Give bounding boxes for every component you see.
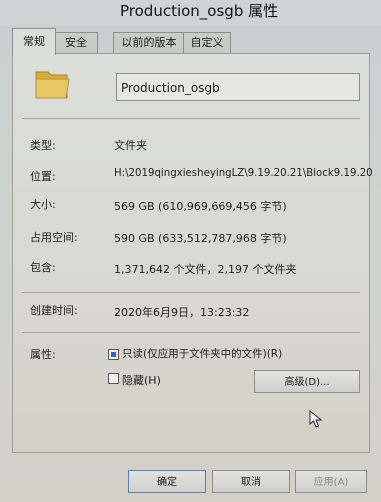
tab-strip: 常规 安全 以前的版本 自定义	[12, 28, 372, 55]
divider	[22, 118, 360, 119]
created-value: 2020年6月9日，13:23:32	[114, 306, 250, 319]
attributes-label: 属性:	[30, 348, 56, 361]
divider	[22, 292, 360, 293]
contains-value: 1,371,642 个文件，2,197 个文件夹	[114, 263, 297, 276]
properties-window: Production_osgb 属性 常规 安全 以前的版本 自定义 Produ…	[0, 0, 381, 502]
divider	[22, 332, 360, 333]
contains-label: 包含:	[30, 261, 56, 274]
location-label: 位置:	[30, 170, 56, 183]
tab-security[interactable]: 安全	[54, 32, 98, 53]
advanced-button[interactable]: 高级(D)...	[254, 370, 360, 393]
general-panel: Production_osgb 类型: 文件夹 位置: H:\2019qingx…	[12, 53, 373, 453]
size-label: 大小:	[30, 198, 56, 211]
readonly-label: 只读(仅应用于文件夹中的文件)(R)	[122, 348, 283, 360]
apply-button[interactable]: 应用(A)	[295, 470, 367, 493]
hidden-checkbox[interactable]	[108, 373, 119, 384]
cancel-button[interactable]: 取消	[212, 470, 290, 493]
type-label: 类型:	[30, 139, 56, 152]
size-on-disk-label: 占用空间:	[30, 231, 78, 244]
folder-name-input[interactable]: Production_osgb	[116, 73, 360, 101]
folder-icon	[35, 71, 70, 99]
tab-previous-versions[interactable]: 以前的版本	[113, 32, 185, 53]
location-value: H:\2019qingxiesheyingLZ\9.19.20.21\Block…	[114, 168, 373, 179]
title-bar[interactable]: Production_osgb 属性	[0, 0, 381, 26]
created-label: 创建时间:	[30, 304, 78, 317]
type-value: 文件夹	[114, 139, 147, 152]
size-value: 569 GB (610,969,669,456 字节)	[114, 200, 287, 213]
window-title: Production_osgb 属性	[120, 2, 279, 20]
mouse-cursor-icon	[309, 410, 323, 428]
tab-general[interactable]: 常规	[12, 28, 56, 55]
tab-customize[interactable]: 自定义	[183, 32, 231, 53]
readonly-checkbox[interactable]	[108, 349, 119, 360]
size-on-disk-value: 590 GB (633,512,787,968 字节)	[114, 232, 287, 245]
ok-button[interactable]: 确定	[128, 470, 206, 493]
hidden-label: 隐藏(H)	[122, 374, 161, 387]
